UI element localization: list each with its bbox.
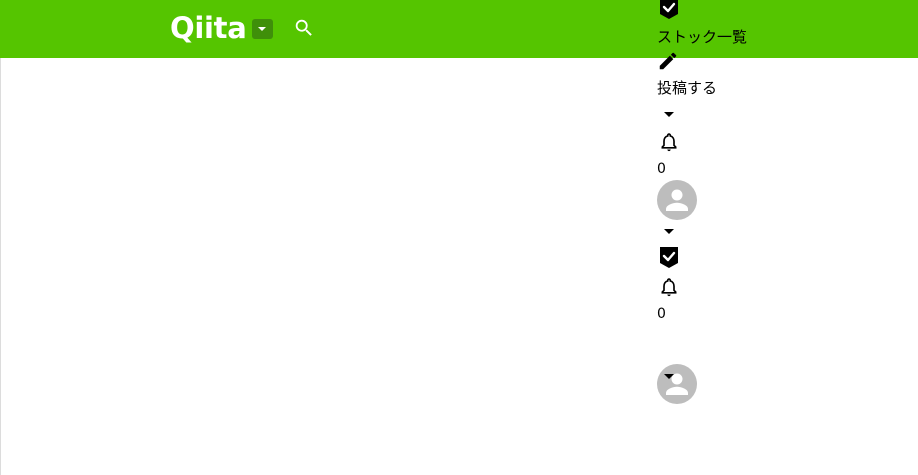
avatar-person-icon: [666, 189, 688, 211]
global-header: Qiita: [0, 0, 918, 58]
bell-icon: [661, 133, 677, 152]
bell-icon: [661, 278, 677, 297]
page-left-border: [0, 0, 1, 475]
search-icon: [295, 19, 312, 36]
caret-down-icon: [258, 27, 266, 31]
avatar-person-icon: [666, 373, 688, 395]
stock-check-icon: [660, 0, 678, 19]
user-avatar-compact[interactable]: [657, 364, 697, 404]
pencil-icon: [659, 52, 677, 70]
post-menu-caret-icon[interactable]: [664, 112, 674, 117]
post-button[interactable]: [657, 50, 679, 72]
user-menu-caret-icon[interactable]: [664, 229, 674, 234]
stock-list-label[interactable]: ストック一覧: [657, 28, 747, 46]
notifications-button-compact[interactable]: [659, 276, 679, 298]
stock-check-icon: [660, 247, 678, 268]
stock-list-button[interactable]: [657, 0, 681, 20]
notification-count-compact: 0: [657, 306, 666, 322]
stock-button-compact[interactable]: [657, 247, 681, 269]
user-menu-caret-icon-compact[interactable]: [664, 374, 674, 379]
notifications-button[interactable]: [659, 131, 679, 153]
qiita-logo[interactable]: Qiita: [170, 9, 247, 47]
search-button[interactable]: [293, 17, 315, 39]
post-label[interactable]: 投稿する: [657, 79, 717, 97]
notification-count: 0: [657, 161, 666, 177]
logo-dropdown-button[interactable]: [252, 19, 273, 39]
user-avatar[interactable]: [657, 180, 697, 220]
